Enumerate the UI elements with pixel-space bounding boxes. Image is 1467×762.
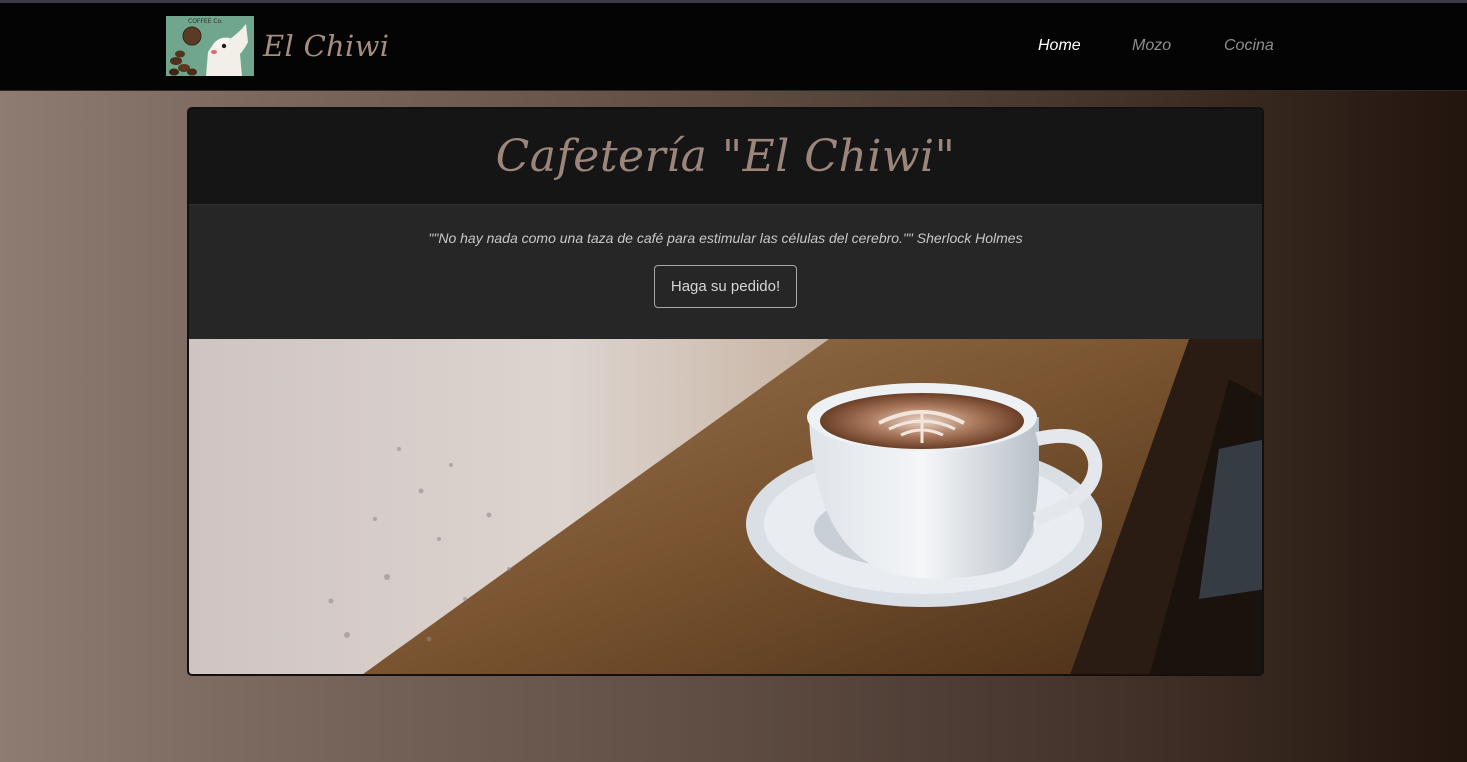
nav-link-mozo[interactable]: Mozo <box>1132 37 1171 55</box>
quote-text: ""No hay nada como una taza de café para… <box>428 230 1023 246</box>
card-body: ""No hay nada como una taza de café para… <box>189 205 1262 339</box>
nav-links: Home Mozo Cocina <box>0 37 1467 61</box>
order-button[interactable]: Haga su pedido! <box>653 265 798 308</box>
main-card: Cafetería "El Chiwi" ""No hay nada como … <box>187 107 1264 676</box>
nav-link-cocina[interactable]: Cocina <box>1224 37 1274 55</box>
coffee-cup-photo-icon <box>189 339 1262 674</box>
nav-link-home[interactable]: Home <box>1038 37 1081 55</box>
logo-text: COFFEE Co. <box>188 18 223 25</box>
navbar: COFFEE Co. El Chiwi Home Mozo Cocina <box>0 3 1467 91</box>
hero-image <box>189 339 1262 674</box>
page-title: Cafetería "El Chiwi" <box>495 131 956 182</box>
card-header: Cafetería "El Chiwi" <box>189 109 1262 205</box>
